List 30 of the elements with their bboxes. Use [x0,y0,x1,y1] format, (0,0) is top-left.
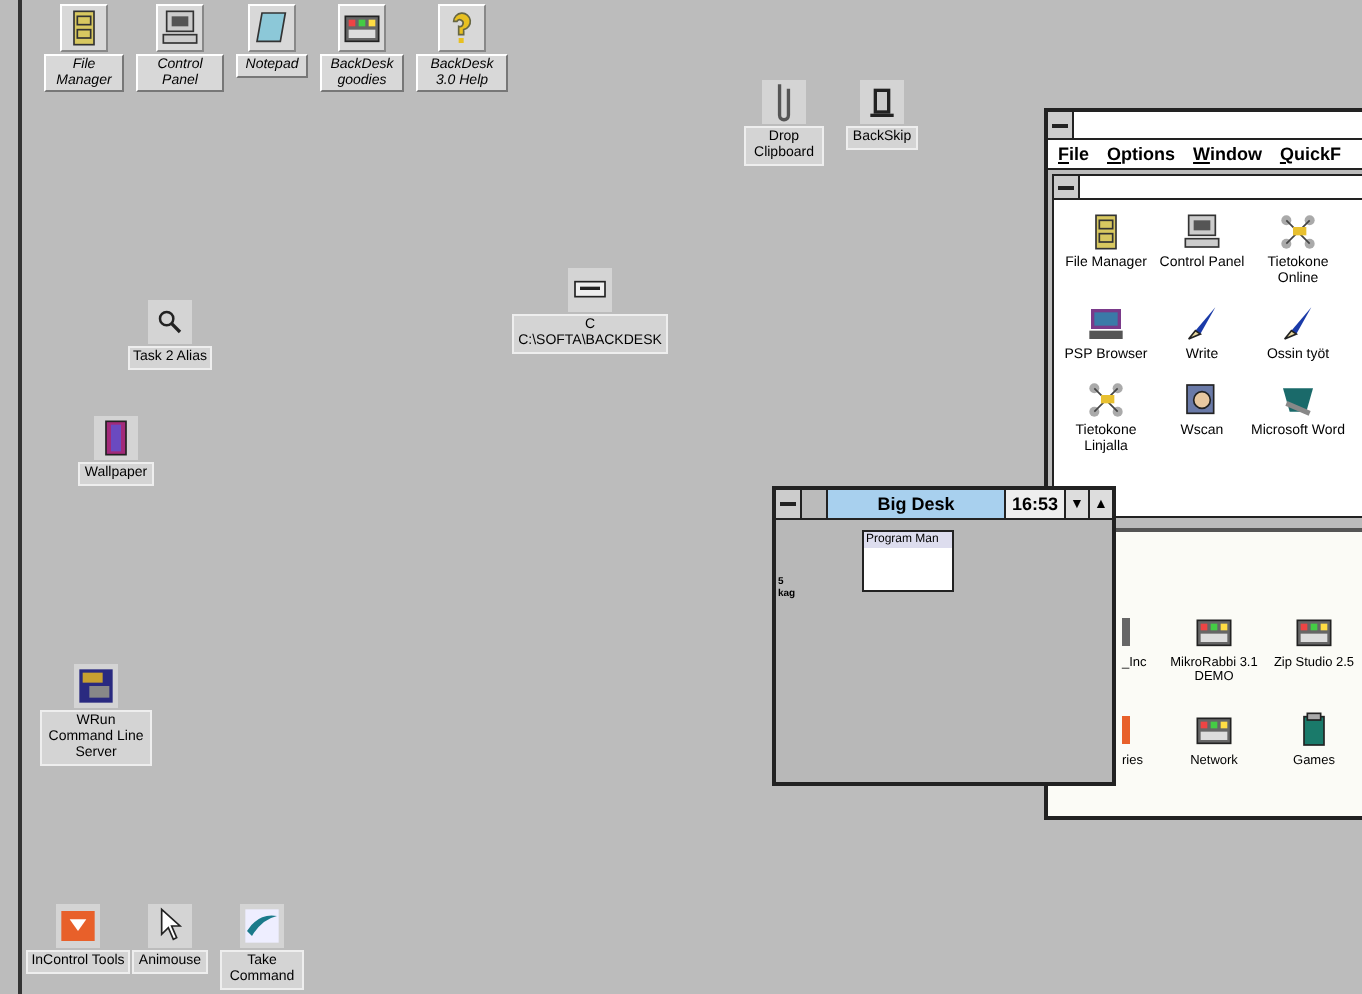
clip-icon [774,82,794,122]
menu-item[interactable]: QuickF [1279,144,1341,164]
window-title: Big Desk [828,490,1004,518]
desktop-icon-tile[interactable] [568,268,612,312]
toolbar-button[interactable] [156,4,204,52]
desktop-icon-tile[interactable] [240,904,284,948]
network-icon [1086,380,1126,421]
control-menu-box[interactable] [776,490,802,518]
desktop-icon-tile[interactable] [94,416,138,460]
computer-icon [160,8,200,48]
network-icon [1278,212,1318,252]
menu-item[interactable]: Options [1107,144,1176,164]
desktop-icon-tile[interactable] [148,300,192,344]
desktop-icon-tile[interactable] [74,664,118,708]
wave-icon [242,906,282,946]
menu-item[interactable]: File [1058,144,1090,164]
clock: 16:53 [1003,490,1064,518]
toolbar-button[interactable] [248,4,296,52]
desktop-icon-tile[interactable] [762,80,806,124]
desktop-icon-tile[interactable] [148,904,192,948]
computer-icon [1182,212,1222,252]
toolbar-button[interactable] [338,4,386,52]
control-menu-box[interactable] [1054,176,1080,198]
toolbar-button[interactable] [60,4,108,52]
notebook-icon [252,8,292,48]
menu-item[interactable]: Window [1193,144,1262,164]
terminal-icon [76,666,116,706]
desktop-icon-tile[interactable] [860,80,904,124]
control-menu-box[interactable] [1048,112,1074,138]
monitor-icon [1086,304,1126,345]
